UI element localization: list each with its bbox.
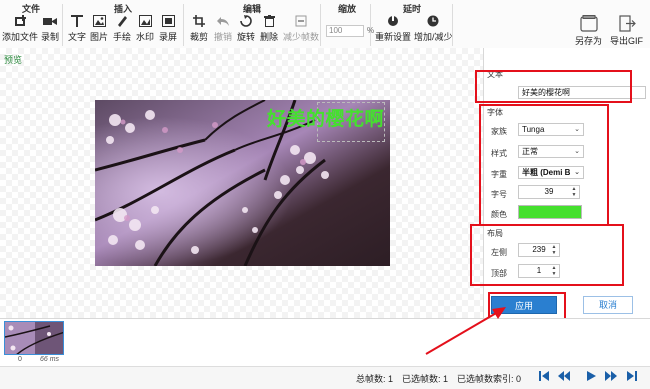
zoom-unit: % bbox=[367, 26, 375, 35]
annotation-box-layout bbox=[470, 224, 624, 286]
next-frame-icon[interactable] bbox=[605, 370, 617, 382]
reduce-frames-label: 减少帧数 bbox=[283, 32, 320, 42]
hand-draw-button[interactable]: 手绘 bbox=[113, 14, 131, 43]
first-frame-icon[interactable] bbox=[538, 370, 550, 382]
add-reduce-label: 增加/减少 bbox=[414, 32, 453, 42]
save-as-label: 另存为 bbox=[575, 36, 603, 46]
rotate-button[interactable]: 旋转 bbox=[237, 14, 255, 43]
crop-button[interactable]: 裁剪 bbox=[190, 14, 208, 43]
toolbar-separator bbox=[370, 4, 371, 46]
screen-record-label: 录屏 bbox=[159, 32, 178, 42]
annotation-box-text bbox=[475, 70, 632, 103]
video-camera-icon bbox=[43, 14, 57, 28]
undo-button[interactable]: 撤销 bbox=[214, 14, 232, 43]
rotate-icon bbox=[239, 14, 253, 28]
toolbar: 文件 插入 编辑 缩放 延时 添加文件 录制 文字 图片 手绘 水印 录屏 裁剪 bbox=[0, 0, 650, 49]
cancel-button[interactable]: 取消 bbox=[583, 296, 633, 314]
status-bar bbox=[0, 366, 650, 389]
frame-thumbnail[interactable] bbox=[4, 321, 64, 355]
overlay-text[interactable]: 好美的樱花啊 bbox=[267, 104, 384, 131]
save-as-icon bbox=[579, 14, 598, 32]
last-frame-icon[interactable] bbox=[626, 370, 638, 382]
record-label: 录制 bbox=[41, 32, 60, 42]
frame-time: 66 ms bbox=[40, 356, 60, 363]
annotation-arrow bbox=[425, 307, 506, 355]
export-gif-label: 导出GIF bbox=[610, 36, 643, 46]
watermark-button[interactable]: 水印 bbox=[136, 14, 154, 43]
delete-label: 删除 bbox=[260, 32, 279, 42]
crop-label: 裁剪 bbox=[190, 32, 209, 42]
clock-icon bbox=[426, 14, 440, 28]
preview-label: 预览 bbox=[4, 55, 23, 65]
add-reduce-button[interactable]: 增加/减少 bbox=[414, 14, 453, 43]
trash-icon bbox=[262, 14, 276, 28]
export-gif-button[interactable]: 导出GIF bbox=[610, 14, 643, 47]
toolbar-separator bbox=[183, 4, 184, 46]
selected-frames-text: 已选帧数: 1 bbox=[402, 374, 449, 384]
rotate-label: 旋转 bbox=[237, 32, 256, 42]
image-label: 图片 bbox=[90, 32, 109, 42]
add-file-icon bbox=[13, 14, 27, 28]
annotation-box-font bbox=[479, 104, 609, 226]
play-icon[interactable] bbox=[585, 370, 597, 382]
text-button[interactable]: 文字 bbox=[68, 14, 86, 43]
zoom-input[interactable]: 100 bbox=[326, 25, 364, 37]
reduce-frames-button[interactable]: 减少帧数 bbox=[283, 14, 319, 43]
reset-button[interactable]: 重新设置 bbox=[375, 14, 411, 43]
add-file-label: 添加文件 bbox=[2, 32, 39, 42]
image-button[interactable]: 图片 bbox=[90, 14, 108, 43]
toolbar-separator bbox=[320, 4, 321, 46]
record-button[interactable]: 录制 bbox=[41, 14, 59, 43]
reset-icon bbox=[386, 14, 400, 28]
crop-icon bbox=[192, 14, 206, 28]
watermark-label: 水印 bbox=[136, 32, 155, 42]
reduce-frames-icon bbox=[294, 14, 308, 28]
text-icon bbox=[70, 14, 84, 28]
total-frames-text: 总帧数: 1 bbox=[356, 374, 394, 384]
group-title-zoom: 缩放 bbox=[338, 4, 357, 14]
save-as-button[interactable]: 另存为 bbox=[575, 14, 602, 47]
text-label: 文字 bbox=[68, 32, 87, 42]
selected-index-text: 已选帧数索引: 0 bbox=[457, 374, 522, 384]
undo-label: 撤销 bbox=[214, 32, 233, 42]
screen-record-button[interactable]: 录屏 bbox=[159, 14, 177, 43]
export-icon bbox=[618, 14, 636, 32]
screen-record-icon bbox=[161, 14, 175, 28]
hand-draw-label: 手绘 bbox=[113, 32, 132, 42]
filmstrip bbox=[0, 318, 650, 367]
frame-canvas[interactable]: 好美的樱花啊 bbox=[95, 100, 390, 266]
frame-index: 0 bbox=[18, 356, 22, 363]
reset-label: 重新设置 bbox=[375, 32, 412, 42]
undo-icon bbox=[216, 14, 230, 28]
delete-button[interactable]: 删除 bbox=[260, 14, 278, 43]
toolbar-separator bbox=[62, 4, 63, 46]
frame-thumbnail-image bbox=[5, 322, 63, 354]
add-file-button[interactable]: 添加文件 bbox=[2, 14, 38, 43]
previous-frame-icon[interactable] bbox=[558, 370, 570, 382]
image-icon bbox=[92, 14, 106, 28]
pencil-icon bbox=[115, 14, 129, 28]
watermark-icon bbox=[138, 14, 152, 28]
